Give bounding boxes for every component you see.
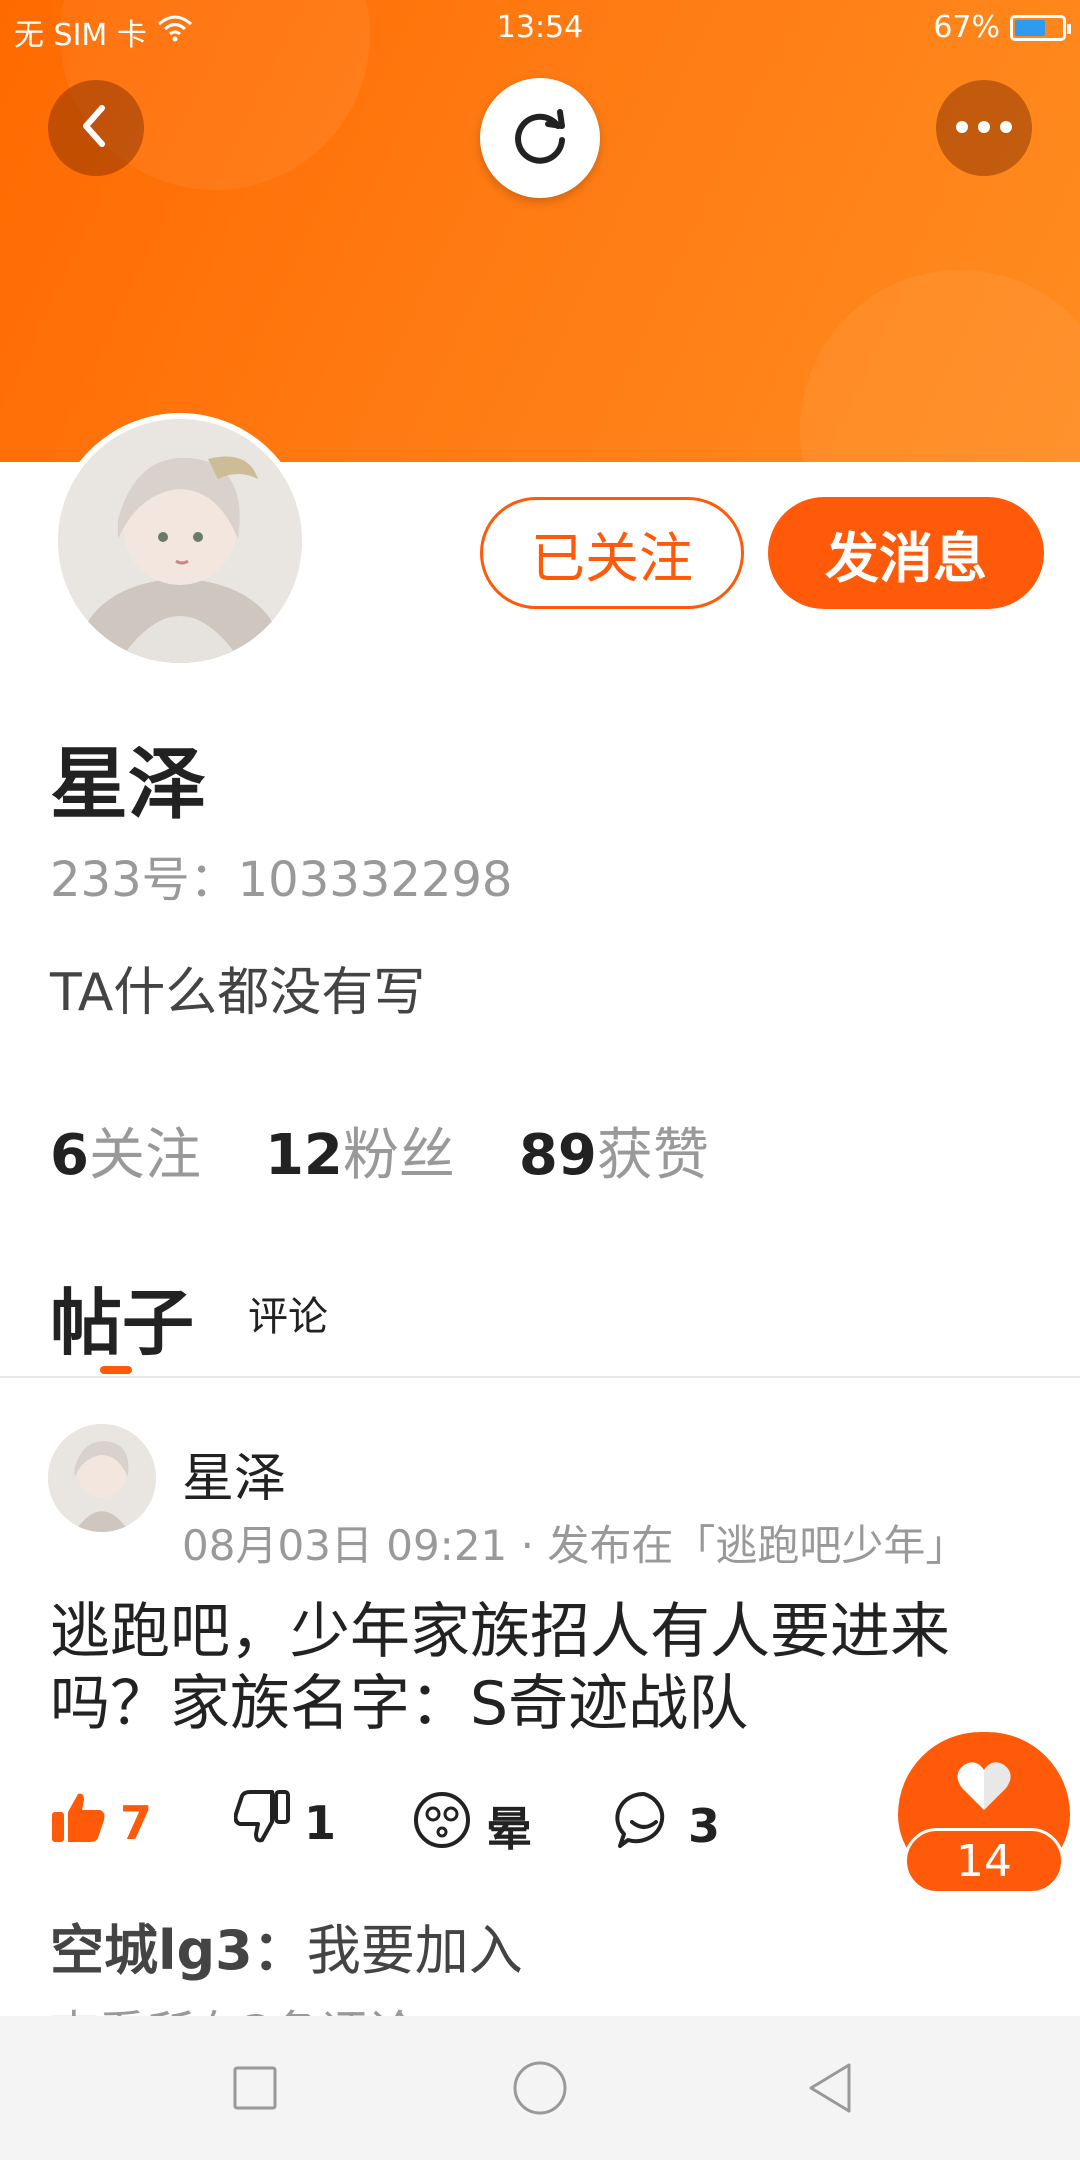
fans-count: 12 [264,1123,343,1188]
following-stat[interactable]: 6关注 [50,1110,201,1191]
back-button[interactable] [48,80,144,176]
square-icon [232,2065,278,2115]
post-text[interactable]: 逃跑吧，少年家族招人有人要进来吗？家族名字：S奇迹战队 [50,1596,1040,1740]
fans-stat[interactable]: 12粉丝 [265,1110,455,1191]
post-author-name[interactable]: 星泽 [182,1436,286,1511]
likes-count: 89 [518,1123,597,1188]
profile-banner [0,0,1080,462]
profile-stats: 6关注 12粉丝 89获赞 [50,1110,709,1191]
post-author-avatar[interactable] [48,1424,156,1532]
comment-count: 3 [688,1798,721,1853]
top-comment[interactable]: 空城lg3：我要加入 [50,1906,523,1985]
like-button[interactable]: 7 [50,1790,152,1855]
content-tabs: 帖子 评论 [50,1264,1050,1374]
fans-label: 粉丝 [342,1123,455,1188]
dizzy-reaction-button[interactable]: 晕 [412,1790,532,1861]
dizzy-icon [412,1790,472,1861]
likes-stat: 89获赞 [519,1110,709,1191]
thumbs-down-icon [233,1790,290,1855]
like-count: 7 [120,1795,153,1850]
more-icon [954,119,1014,138]
comment-user: 空城lg3： [50,1919,307,1982]
post-actions: 7 1 晕 3 [50,1790,950,1860]
tab-indicator [100,1366,132,1374]
refresh-button[interactable] [480,78,600,198]
circle-icon [512,2060,568,2120]
tab-comments[interactable]: 评论 [248,1284,328,1342]
floating-like-count: 14 [904,1828,1064,1894]
dislike-button[interactable]: 1 [233,1790,337,1855]
status-right: 67% [933,10,1071,45]
dizzy-label: 晕 [486,1801,532,1856]
status-bar: 无 SIM 卡 13:54 67% [0,0,1080,56]
avatar-image [58,419,302,663]
banner-decoration [800,270,1080,462]
thumbs-up-icon [50,1790,106,1855]
comment-button[interactable]: 3 [614,1790,720,1861]
battery-icon [1010,14,1071,41]
comment-icon [614,1790,674,1861]
following-count: 6 [50,1123,89,1188]
likes-label: 获赞 [596,1123,709,1188]
refresh-icon [508,104,572,172]
user-bio: TA什么都没有写 [50,963,426,1023]
profile-name: 星泽 [50,740,207,830]
following-label: 关注 [88,1123,201,1188]
system-back-button[interactable] [800,2060,860,2120]
more-button[interactable] [936,80,1032,176]
dislike-count: 1 [304,1795,337,1850]
post-meta: 08月03日 09:21 · 发布在「逃跑吧少年」 [182,1521,968,1570]
system-nav-bar [0,2016,1080,2160]
user-id: 233号：103332298 [50,852,513,908]
divider [0,1376,1080,1378]
recent-apps-button[interactable] [225,2060,285,2120]
clock: 13:54 [496,10,584,45]
home-button[interactable] [510,2060,570,2120]
tab-posts[interactable]: 帖子 [50,1264,194,1369]
back-icon [76,102,116,154]
follow-button[interactable]: 已关注 [480,497,744,609]
floating-like-button[interactable]: 14 [898,1732,1070,1896]
profile-avatar[interactable] [52,413,308,669]
triangle-back-icon [805,2061,855,2119]
battery-percent: 67% [933,10,1000,45]
send-message-button[interactable]: 发消息 [768,497,1044,609]
comment-text: 我要加入 [306,1919,523,1982]
